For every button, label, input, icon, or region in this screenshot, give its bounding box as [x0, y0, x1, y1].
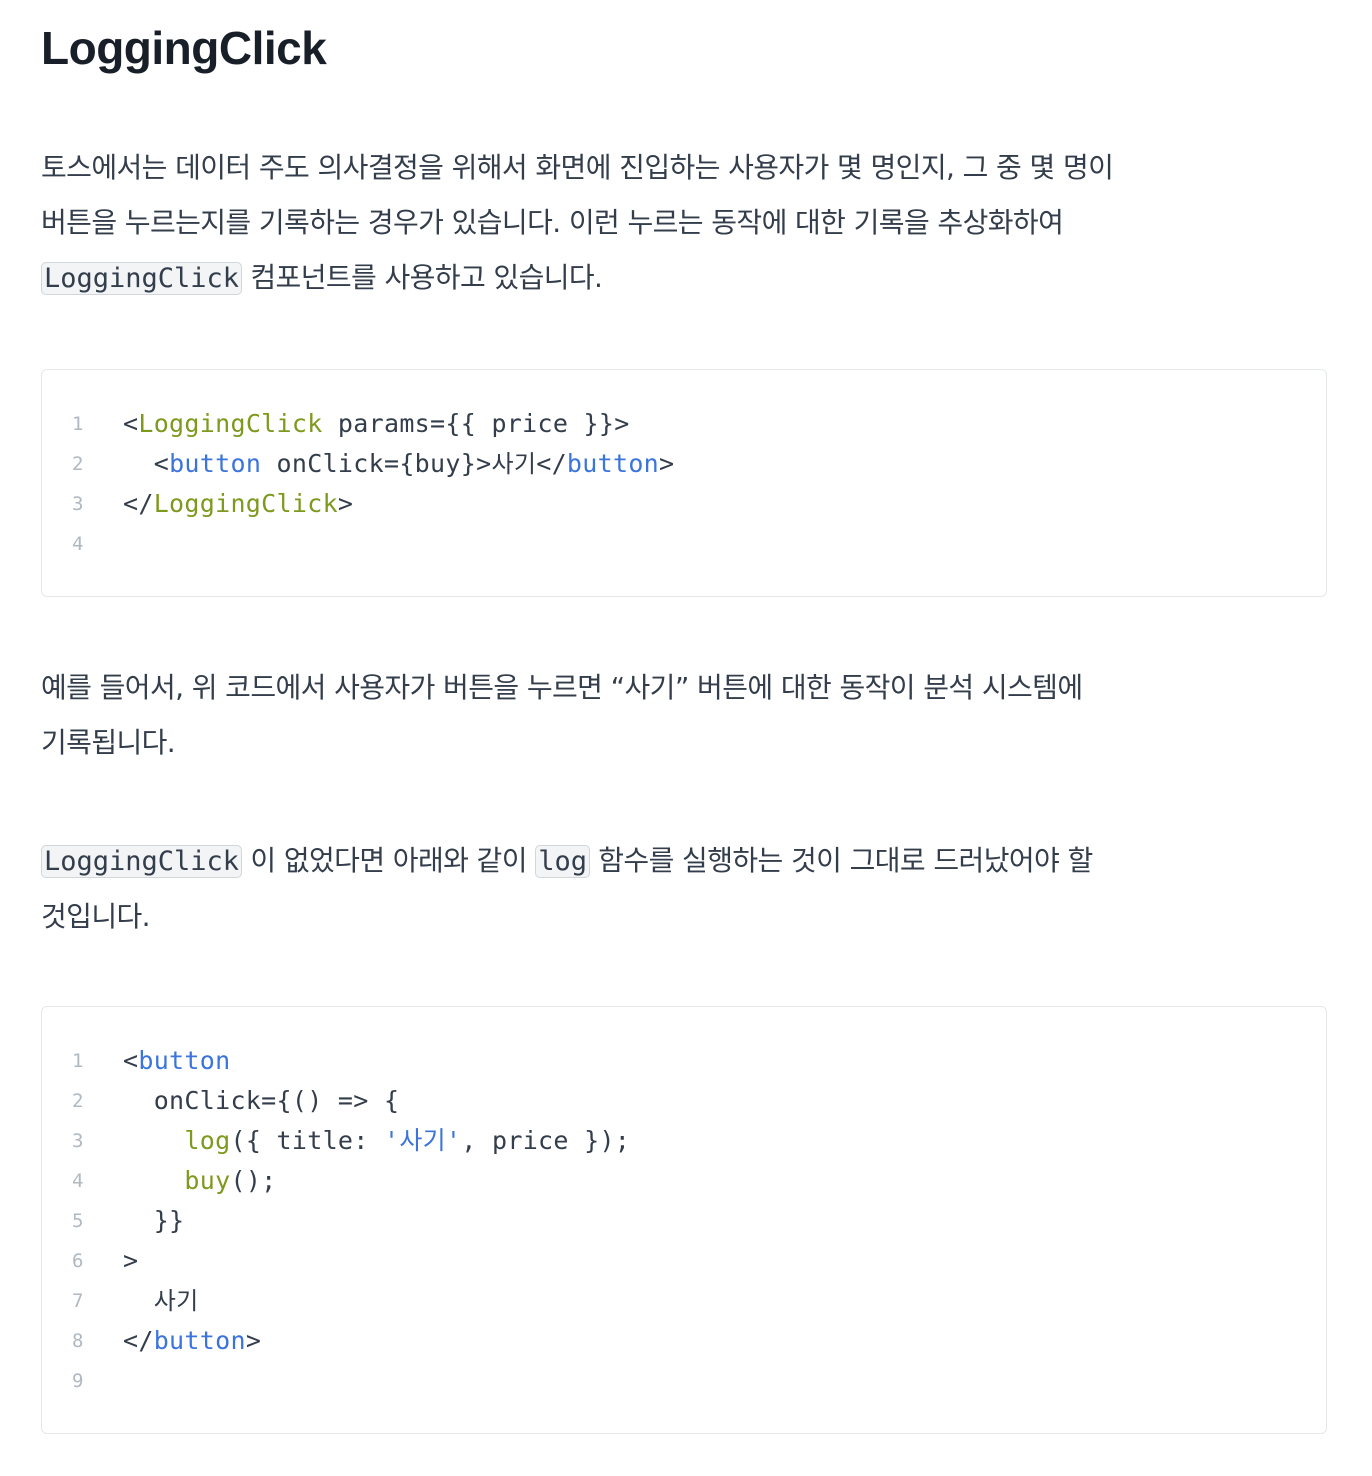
code-text: > — [123, 1241, 138, 1281]
line-number: 8 — [72, 1330, 84, 1352]
code-token: (); — [230, 1166, 277, 1195]
code-text: </button> — [123, 1321, 261, 1361]
example-line-2: 기록됩니다. — [41, 726, 176, 759]
code-text: onClick={() => { — [123, 1081, 399, 1121]
code-token: 사기 — [153, 1287, 199, 1315]
code-token: '사기' — [383, 1126, 462, 1155]
intro-line-2: 버튼을 누르는지를 기록하는 경우가 있습니다. 이런 누르는 동작에 대한 기… — [41, 206, 1064, 239]
code-block-2: 1 <button 2 onClick={() => {3 log({ title:… — [41, 1006, 1327, 1434]
line-number: 6 — [72, 1250, 84, 1272]
page-title: LoggingClick — [41, 22, 327, 74]
code-token: ({ title: — [230, 1126, 384, 1155]
line-number: 7 — [72, 1290, 84, 1312]
code-token: buy — [184, 1166, 231, 1195]
code-token: , price }); — [461, 1126, 631, 1155]
code-text: buy(); — [123, 1161, 277, 1201]
inline-code-loggingclick: LoggingClick — [41, 262, 243, 295]
code-token: button — [153, 1326, 246, 1355]
code-token: LoggingClick — [153, 489, 338, 518]
line-number: 1 — [72, 413, 84, 435]
code-text: <LoggingClick params={{ price }}> — [123, 404, 630, 444]
code-token: 사기 — [491, 450, 537, 478]
intro-paragraph: 토스에서는 데이터 주도 의사결정을 위해서 화면에 진입하는 사용자가 몇 명… — [41, 140, 1329, 306]
code-token: > — [245, 1326, 262, 1355]
code-token: }} — [123, 1206, 185, 1235]
code-token: < — [123, 409, 139, 438]
code-text: <button — [123, 1041, 230, 1081]
intro-line-1: 토스에서는 데이터 주도 의사결정을 위해서 화면에 진입하는 사용자가 몇 명… — [41, 151, 1114, 184]
code-token: </ — [123, 489, 154, 518]
code-text: <button onClick={buy}>사기</button> — [123, 444, 674, 484]
code-token: onClick={buy}> — [261, 449, 492, 478]
code-token: > — [337, 489, 354, 518]
example-line-1: 예를 들어서, 위 코드에서 사용자가 버튼을 누르면 “사기” 버튼에 대한 … — [41, 671, 1083, 704]
code-block-1: 1 <LoggingClick params={{ price }}> 2 <but… — [41, 369, 1327, 597]
code-token: </ — [123, 1326, 154, 1355]
code-token: button — [138, 1046, 231, 1075]
intro-line-3-text: 컴포넌트를 사용하고 있습니다. — [242, 261, 603, 294]
inline-code-loggingclick-2: LoggingClick — [41, 845, 243, 878]
inline-code-log: log — [535, 845, 590, 878]
code-token: > — [659, 449, 675, 478]
code-text: }} — [123, 1201, 184, 1241]
code-text: 사기 — [123, 1281, 198, 1321]
line-number: 4 — [72, 533, 84, 555]
line-number: 2 — [72, 1090, 84, 1112]
code-text: </LoggingClick> — [123, 484, 353, 524]
without-line-2: 것입니다. — [41, 900, 151, 933]
without-paragraph: LoggingClick 이 없었다면 아래와 같이 log 함수를 실행하는 … — [41, 833, 1329, 944]
code-token: > — [123, 1246, 139, 1275]
without-line-1-text-b: 함수를 실행하는 것이 그대로 드러났어야 할 — [589, 844, 1093, 877]
code-token: < — [123, 1046, 139, 1075]
intro-line-3: LoggingClick 컴포넌트를 사용하고 있습니다. — [41, 250, 1329, 306]
line-number: 4 — [72, 1170, 84, 1192]
line-number: 5 — [72, 1210, 84, 1232]
line-number: 3 — [72, 493, 84, 515]
without-line-1-text-a: 이 없었다면 아래와 같이 — [242, 844, 536, 877]
code-token: button — [566, 449, 660, 478]
line-number: 3 — [72, 1130, 84, 1152]
code-token: button — [169, 449, 262, 478]
line-number: 9 — [72, 1370, 84, 1392]
line-number: 2 — [72, 453, 84, 475]
code-token: params={{ price }}> — [322, 409, 630, 438]
line-number: 1 — [72, 1050, 84, 1072]
code-text: log({ title: '사기', price }); — [123, 1121, 630, 1161]
without-line-1: LoggingClick 이 없었다면 아래와 같이 log 함수를 실행하는 … — [41, 833, 1329, 889]
code-token: </ — [536, 449, 567, 478]
code-token: LoggingClick — [138, 409, 323, 438]
code-token: onClick={() => { — [123, 1086, 400, 1115]
example-paragraph: 예를 들어서, 위 코드에서 사용자가 버튼을 누르면 “사기” 버튼에 대한 … — [41, 660, 1329, 770]
code-token: < — [123, 449, 170, 478]
code-token: log — [184, 1126, 231, 1155]
